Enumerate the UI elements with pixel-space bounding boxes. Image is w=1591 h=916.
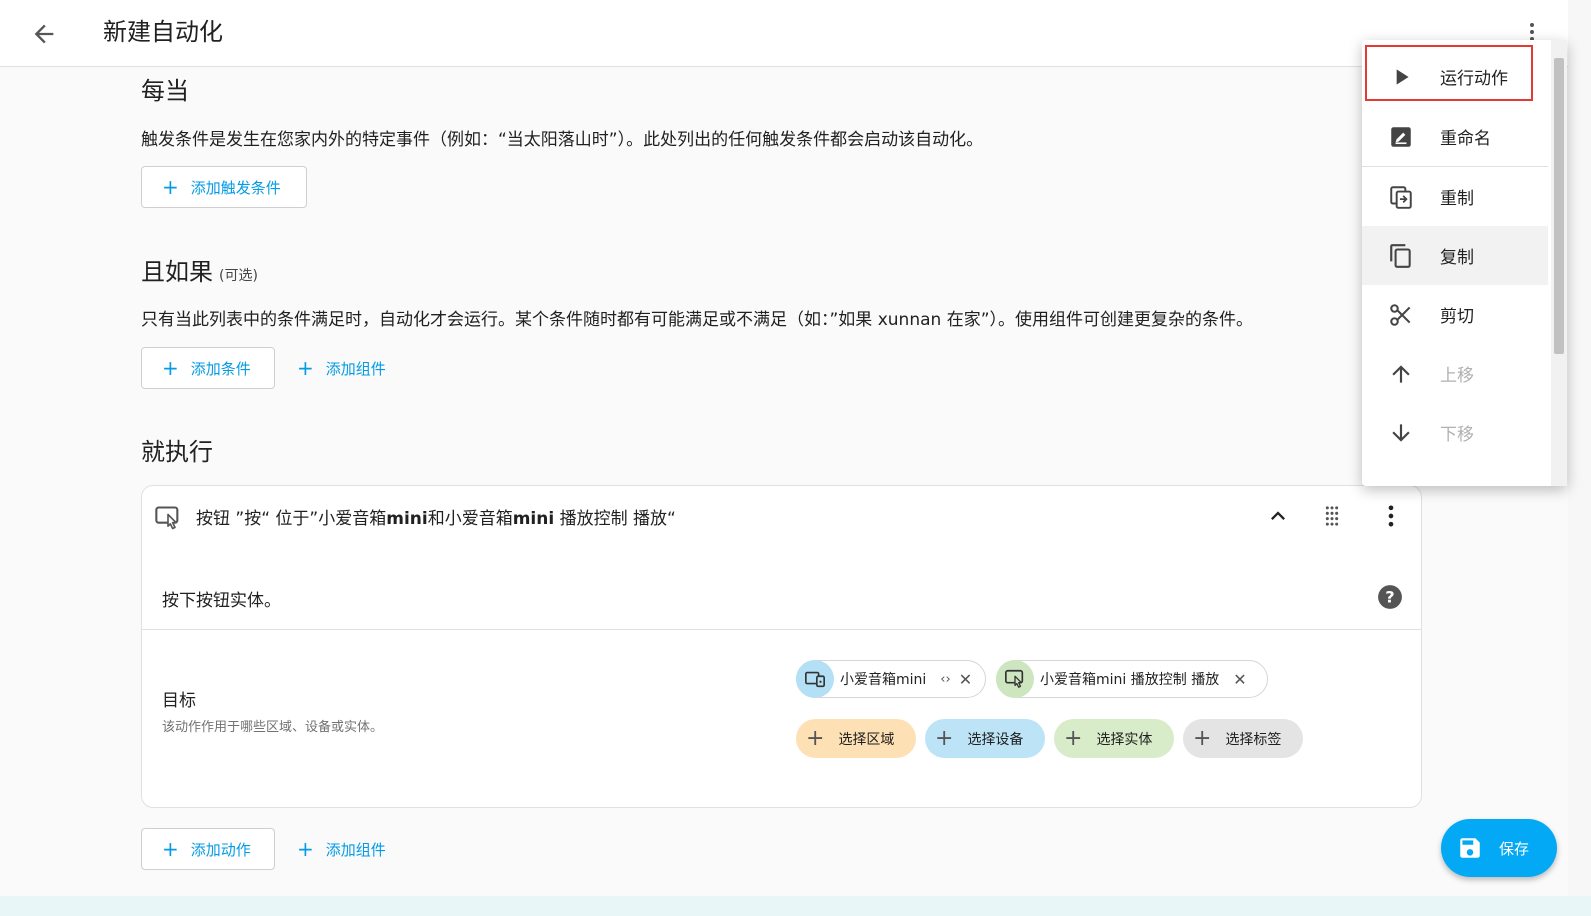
menu-item-move-up[interactable]: 上移 — [1362, 344, 1548, 403]
menu-item-label: 上移 — [1440, 366, 1474, 386]
menu-item-label: 下移 — [1440, 425, 1474, 445]
button-press-icon — [155, 506, 179, 530]
add-condition-block-label: 添加组件 — [325, 359, 386, 378]
menu-item-cut[interactable]: 剪切 — [1362, 285, 1548, 344]
highlight-box — [1365, 45, 1533, 101]
pick-device-label: 选择设备 — [967, 731, 1024, 748]
remove-chip-icon[interactable]: ✕ — [959, 670, 972, 689]
pick-area-button[interactable]: + 选择区域 — [796, 719, 916, 758]
menu-item-label: 复制 — [1440, 248, 1474, 268]
add-action-block-button[interactable]: + 添加组件 — [297, 828, 386, 870]
menu-item-duplicate[interactable]: 重制 — [1362, 167, 1548, 226]
pick-label-button[interactable]: + 选择标签 — [1183, 719, 1303, 758]
target-chip-entity[interactable]: 小爱音箱mini 播放控制 播放 ✕ — [996, 660, 1268, 698]
add-trigger-label: 添加触发条件 — [190, 178, 281, 197]
add-action-block-label: 添加组件 — [325, 840, 386, 859]
save-label: 保存 — [1499, 839, 1530, 858]
actions-title: 就执行 — [141, 438, 213, 466]
plus-icon: + — [297, 356, 314, 380]
chip-label: 小爱音箱mini — [840, 672, 927, 688]
add-action-label: 添加动作 — [190, 840, 251, 859]
add-trigger-button[interactable]: + 添加触发条件 — [141, 166, 307, 208]
menu-item-label: 重命名 — [1440, 129, 1491, 149]
conditions-title: 且如果 (可选) — [141, 252, 258, 287]
card-title-middle: 和小爱音箱 — [427, 509, 513, 529]
card-title-bold-1: mini — [386, 509, 428, 529]
plus-icon: + — [297, 837, 314, 861]
action-card: 按钮 ”按“ 位于”小爱音箱mini和小爱音箱mini 播放控制 播放“ 按下按… — [141, 485, 1422, 808]
page-scrollbar[interactable] — [1568, 0, 1591, 916]
card-more-vert-icon[interactable] — [1377, 502, 1405, 530]
menu-item-copy[interactable]: 复制 — [1362, 226, 1548, 285]
conditions-title-text: 且如果 — [141, 258, 213, 286]
save-icon — [1460, 838, 1480, 858]
device-icon — [796, 660, 834, 698]
arrow-up-icon — [1392, 365, 1410, 383]
menu-item-label: 重制 — [1440, 189, 1474, 209]
pick-device-button[interactable]: + 选择设备 — [925, 719, 1045, 758]
pick-area-label: 选择区域 — [838, 731, 895, 748]
pick-label-label: 选择标签 — [1225, 731, 1282, 748]
menu-item-rename[interactable]: 重命名 — [1362, 107, 1548, 166]
button-entity-icon — [996, 660, 1034, 698]
card-title-prefix: 按钮 ”按“ 位于”小爱音箱 — [196, 509, 387, 529]
plus-icon: + — [162, 175, 179, 199]
bottom-strip — [0, 896, 1591, 916]
card-title-suffix: 播放控制 播放“ — [554, 509, 676, 529]
action-description: 按下按钮实体。 — [162, 591, 281, 611]
target-helper-text: 该动作作用于哪些区域、设备或实体。 — [162, 720, 384, 735]
card-divider — [142, 629, 1421, 630]
add-condition-label: 添加条件 — [190, 359, 251, 378]
add-condition-button[interactable]: + 添加条件 — [141, 347, 275, 389]
help-icon[interactable]: ? — [1377, 584, 1403, 610]
target-chip-device[interactable]: 小爱音箱mini ‹› ✕ — [796, 660, 986, 698]
cut-icon — [1390, 304, 1411, 326]
plus-icon: + — [1193, 725, 1212, 751]
back-arrow-icon[interactable] — [30, 20, 58, 48]
drag-handle-icon[interactable] — [1318, 502, 1346, 530]
action-card-title[interactable]: 按钮 ”按“ 位于”小爱音箱mini和小爱音箱mini 播放控制 播放“ — [196, 504, 676, 529]
conditions-description: 只有当此列表中的条件满足时，自动化才会运行。某个条件随时都有可能满足或不满足（如… — [141, 310, 1253, 330]
plus-icon: + — [162, 837, 179, 861]
plus-icon: + — [806, 725, 825, 751]
top-app-bar: 新建自动化 — [0, 0, 1591, 67]
svg-text:?: ? — [1385, 587, 1394, 606]
plus-icon: + — [1064, 725, 1083, 751]
menu-scroll-thumb[interactable] — [1554, 58, 1564, 354]
triggers-title: 每当 — [141, 77, 189, 105]
page-title: 新建自动化 — [103, 18, 223, 46]
duplicate-icon — [1390, 186, 1412, 209]
card-title-bold-2: mini — [512, 509, 555, 529]
copy-icon — [1390, 244, 1411, 268]
triggers-description: 触发条件是发生在您家内外的特定事件（例如：“当太阳落山时”）。此处列出的任何触发… — [141, 130, 984, 150]
pick-entity-label: 选择实体 — [1096, 731, 1153, 748]
expand-code-icon[interactable]: ‹› — [940, 672, 950, 687]
chip-label: 小爱音箱mini 播放控制 播放 — [1040, 672, 1220, 688]
add-action-button[interactable]: + 添加动作 — [141, 828, 275, 870]
menu-item-move-down[interactable]: 下移 — [1362, 403, 1548, 462]
plus-icon: + — [935, 725, 954, 751]
action-overflow-menu: 运行动作 重命名 重制 复制 剪切 上移 下移 — [1362, 40, 1567, 486]
menu-item-label: 剪切 — [1440, 307, 1474, 327]
optional-label: (可选) — [219, 268, 258, 284]
pick-entity-button[interactable]: + 选择实体 — [1054, 719, 1174, 758]
plus-icon: + — [162, 356, 179, 380]
arrow-down-icon — [1392, 424, 1410, 442]
remove-chip-icon[interactable]: ✕ — [1233, 670, 1246, 689]
target-label: 目标 — [162, 691, 196, 711]
collapse-chevron-icon[interactable] — [1264, 502, 1292, 530]
save-button[interactable]: 保存 — [1441, 819, 1557, 877]
add-condition-block-button[interactable]: + 添加组件 — [297, 347, 386, 389]
menu-scrollbar[interactable] — [1551, 40, 1567, 486]
rename-icon — [1391, 127, 1411, 147]
